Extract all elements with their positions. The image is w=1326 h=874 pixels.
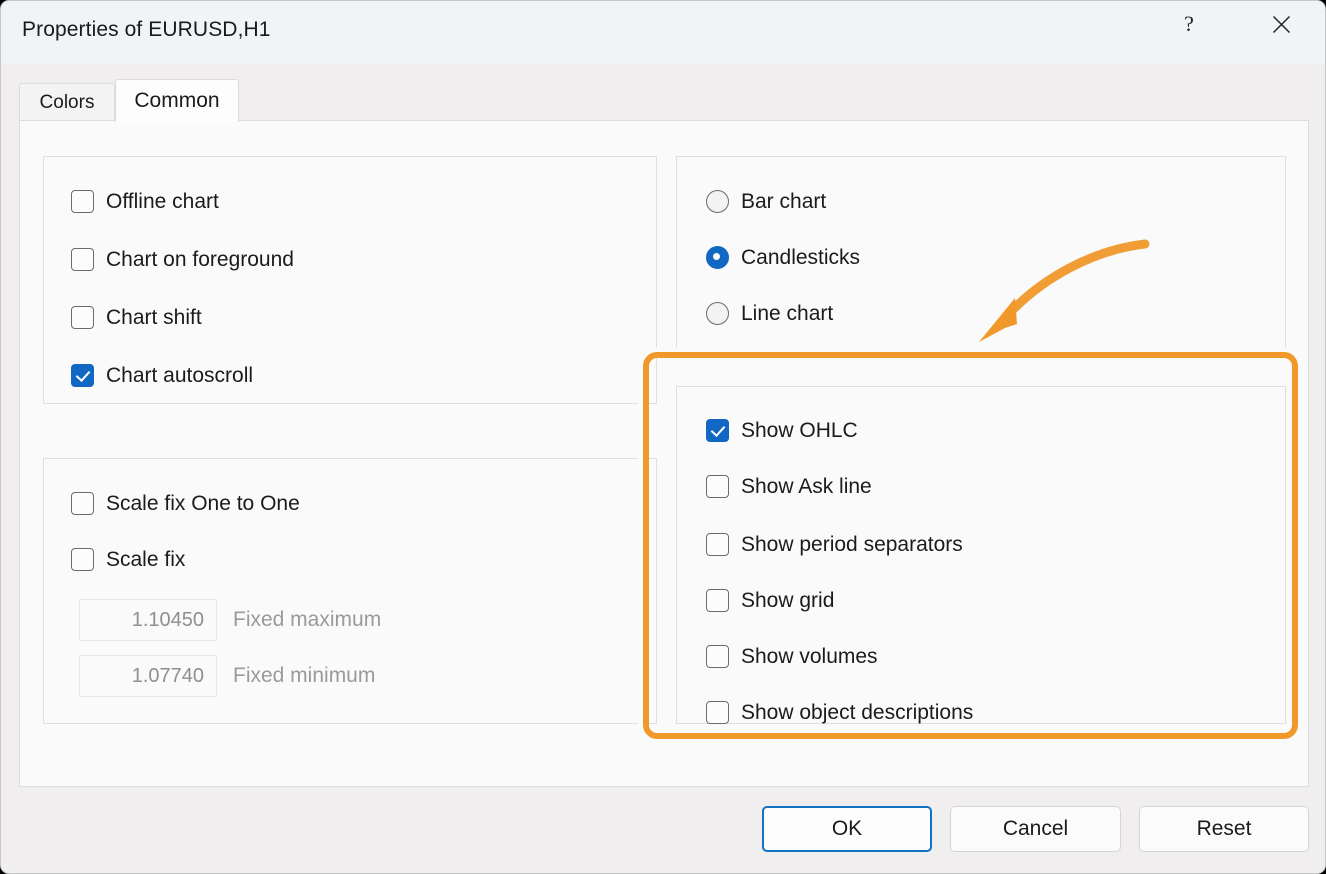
checkbox-chart-autoscroll-box bbox=[71, 363, 94, 387]
scale-options-group: Scale fix One to One Scale fix 1.10450 F… bbox=[43, 458, 657, 724]
fixed-minimum-row: 1.07740 Fixed minimum bbox=[79, 655, 375, 697]
chart-type-group: Bar chart Candlesticks Line chart bbox=[676, 156, 1286, 354]
checkbox-show-grid-label: Show grid bbox=[741, 588, 835, 612]
checkbox-chart-shift-label: Chart shift bbox=[106, 305, 202, 329]
radio-line-chart-label: Line chart bbox=[741, 301, 834, 325]
checkbox-chart-shift-box bbox=[71, 305, 94, 329]
checkbox-chart-on-foreground-label: Chart on foreground bbox=[106, 247, 294, 271]
checkbox-show-period-separators-box bbox=[706, 532, 729, 556]
checkbox-chart-on-foreground[interactable]: Chart on foreground bbox=[71, 244, 294, 274]
checkbox-show-volumes-label: Show volumes bbox=[741, 644, 878, 668]
fixed-maximum-label: Fixed maximum bbox=[233, 608, 382, 631]
tab-colors[interactable]: Colors bbox=[19, 83, 115, 122]
dialog-footer: OK Cancel Reset bbox=[1, 787, 1325, 873]
checkbox-show-volumes[interactable]: Show volumes bbox=[706, 641, 878, 671]
checkbox-chart-autoscroll-label: Chart autoscroll bbox=[106, 363, 254, 387]
fixed-minimum-input[interactable]: 1.07740 bbox=[79, 655, 217, 697]
close-button[interactable] bbox=[1235, 1, 1325, 47]
checkbox-scale-fix[interactable]: Scale fix bbox=[71, 544, 185, 574]
ok-button-label: OK bbox=[831, 817, 863, 840]
checkbox-show-period-separators[interactable]: Show period separators bbox=[706, 529, 963, 559]
tab-strip: Colors Common bbox=[19, 77, 1309, 122]
tab-content-panel: Offline chart Chart on foreground Chart … bbox=[19, 120, 1309, 787]
checkbox-show-object-descriptions[interactable]: Show object descriptions bbox=[706, 697, 973, 727]
fixed-minimum-label: Fixed minimum bbox=[233, 664, 376, 687]
question-mark-icon: ? bbox=[1184, 11, 1194, 36]
properties-dialog: Properties of EURUSD,H1 ? Colors Common … bbox=[0, 0, 1326, 874]
radio-bar-chart[interactable]: Bar chart bbox=[706, 186, 826, 216]
checkbox-show-grid[interactable]: Show grid bbox=[706, 585, 834, 615]
help-button[interactable]: ? bbox=[1143, 1, 1235, 47]
radio-line-chart[interactable]: Line chart bbox=[706, 298, 833, 328]
reset-button[interactable]: Reset bbox=[1139, 806, 1309, 852]
dialog-title: Properties of EURUSD,H1 bbox=[22, 18, 271, 41]
checkbox-show-period-separators-label: Show period separators bbox=[741, 532, 963, 556]
checkbox-show-ask-line[interactable]: Show Ask line bbox=[706, 471, 872, 501]
checkbox-show-ohlc-label: Show OHLC bbox=[741, 418, 858, 442]
title-bar: Properties of EURUSD,H1 ? bbox=[1, 1, 1325, 64]
checkbox-offline-chart-label: Offline chart bbox=[106, 189, 219, 213]
tab-colors-label: Colors bbox=[39, 92, 95, 113]
checkbox-show-grid-box bbox=[706, 588, 729, 612]
checkbox-show-ask-line-box bbox=[706, 474, 729, 498]
radio-line-chart-circle bbox=[706, 301, 729, 325]
checkbox-chart-autoscroll[interactable]: Chart autoscroll bbox=[71, 360, 253, 390]
checkbox-show-volumes-box bbox=[706, 644, 729, 668]
ok-button[interactable]: OK bbox=[762, 806, 932, 852]
checkbox-scale-fix-one-to-one-box bbox=[71, 491, 94, 515]
radio-candlesticks-circle bbox=[706, 245, 729, 269]
close-icon bbox=[1272, 15, 1290, 33]
radio-bar-chart-circle bbox=[706, 189, 729, 213]
radio-candlesticks-label: Candlesticks bbox=[741, 245, 861, 269]
checkbox-show-object-descriptions-box bbox=[706, 700, 729, 724]
radio-candlesticks[interactable]: Candlesticks bbox=[706, 242, 860, 272]
checkbox-show-ohlc-box bbox=[706, 418, 729, 442]
checkbox-offline-chart-box bbox=[71, 189, 94, 213]
checkbox-scale-fix-box bbox=[71, 547, 94, 571]
fixed-maximum-input[interactable]: 1.10450 bbox=[79, 599, 217, 641]
chart-options-group: Offline chart Chart on foreground Chart … bbox=[43, 156, 657, 404]
checkbox-scale-fix-one-to-one[interactable]: Scale fix One to One bbox=[71, 488, 300, 518]
checkbox-show-object-descriptions-label: Show object descriptions bbox=[741, 700, 974, 724]
radio-bar-chart-label: Bar chart bbox=[741, 189, 827, 213]
checkbox-scale-fix-label: Scale fix bbox=[106, 547, 186, 571]
checkbox-show-ohlc[interactable]: Show OHLC bbox=[706, 415, 858, 445]
tab-common[interactable]: Common bbox=[115, 79, 239, 122]
checkbox-chart-on-foreground-box bbox=[71, 247, 94, 271]
show-options-group: Show OHLC Show Ask line Show period sepa… bbox=[676, 386, 1286, 724]
tab-common-label: Common bbox=[134, 89, 220, 112]
checkbox-show-ask-line-label: Show Ask line bbox=[741, 474, 872, 498]
reset-button-label: Reset bbox=[1196, 817, 1252, 840]
checkbox-chart-shift[interactable]: Chart shift bbox=[71, 302, 202, 332]
checkbox-scale-fix-one-to-one-label: Scale fix One to One bbox=[106, 491, 300, 515]
fixed-maximum-row: 1.10450 Fixed maximum bbox=[79, 599, 381, 641]
cancel-button-label: Cancel bbox=[1002, 817, 1069, 840]
cancel-button[interactable]: Cancel bbox=[950, 806, 1121, 852]
checkbox-offline-chart[interactable]: Offline chart bbox=[71, 186, 219, 216]
